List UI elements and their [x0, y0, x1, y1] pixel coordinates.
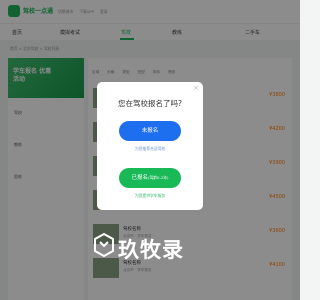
not-registered-hint[interactable]: 为您推荐合适驾校: [97, 146, 203, 152]
signup-status-dialog: × 您在驾校报名了吗? 未报名 为您推荐合适驾校 已报名(驾龄0-2年) 为您提…: [97, 82, 203, 210]
close-icon[interactable]: ×: [193, 85, 199, 92]
registered-hint[interactable]: 为您提供学车服务: [97, 193, 203, 199]
not-registered-button[interactable]: 未报名: [119, 121, 181, 141]
watermark-logo-icon: [94, 232, 114, 258]
watermark-text: 玖牧录: [118, 238, 184, 262]
registered-button-note: (驾龄0-2年): [147, 175, 169, 180]
registered-button-label: 已报名: [131, 175, 148, 181]
registered-button[interactable]: 已报名(驾龄0-2年): [119, 168, 181, 188]
dialog-title: 您在驾校报名了吗?: [118, 99, 182, 108]
